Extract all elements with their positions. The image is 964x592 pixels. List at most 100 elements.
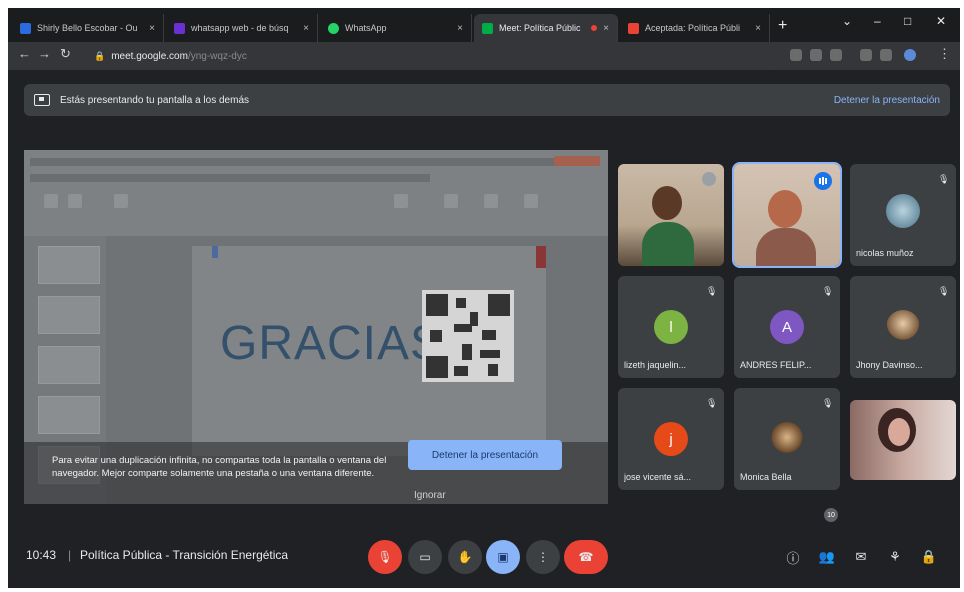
- participant-face: [768, 190, 802, 228]
- ribbon-row: [30, 158, 600, 166]
- gmail-icon: [628, 22, 639, 34]
- participant-name: ANDRES FELIP...: [740, 360, 812, 370]
- participant-shirt: [756, 228, 816, 266]
- ribbon-icon: [394, 194, 408, 208]
- forward-icon[interactable]: →: [38, 46, 51, 61]
- close-icon[interactable]: ×: [755, 23, 761, 34]
- avatar: l: [654, 310, 688, 344]
- presentation-ribbon: [24, 150, 608, 236]
- close-icon[interactable]: ×: [603, 23, 609, 34]
- outlook-icon: [20, 22, 31, 34]
- participant-tile[interactable]: 🎙 nicolas muñoz: [850, 164, 956, 266]
- participant-tile[interactable]: [732, 162, 842, 268]
- close-icon[interactable]: ×: [457, 23, 463, 34]
- host-controls-icon[interactable]: 🔒: [920, 548, 938, 566]
- tab-label: Aceptada: Política Públi: [645, 23, 741, 33]
- bookmark-star-icon[interactable]: [830, 49, 842, 61]
- participant-tile[interactable]: 🎙 Jhony Davinso...: [850, 276, 956, 378]
- leave-call-button[interactable]: ☎: [564, 540, 608, 574]
- lock-icon: 🔒: [94, 50, 106, 61]
- tab-outlook[interactable]: Shirly Bello Escobar - Ou ×: [12, 14, 164, 42]
- more-options-button[interactable]: ⋮: [526, 540, 560, 574]
- present-button[interactable]: ▣: [486, 540, 520, 574]
- participant-tile[interactable]: A 🎙 ANDRES FELIP...: [734, 276, 840, 378]
- mic-muted-icon: 🎙: [938, 174, 950, 184]
- participant-tile[interactable]: 🎙 Monica Bella: [734, 388, 840, 490]
- recording-dot-icon: [591, 25, 598, 31]
- mic-toggle-button[interactable]: 🎙: [368, 540, 402, 574]
- mic-muted-icon: 🎙: [706, 398, 718, 408]
- speaking-indicator-icon: [814, 172, 832, 190]
- tab-gmail[interactable]: Aceptada: Política Públi ×: [620, 14, 770, 42]
- new-tab-button[interactable]: +: [778, 17, 787, 35]
- meeting-title: Política Pública - Transición Energética: [80, 548, 289, 562]
- tab-label: whatsapp web - de búsq: [191, 23, 289, 33]
- address-bar: ← → ↻ 🔒 meet.google.com /yng-wqz-dyc ⋮: [8, 42, 960, 70]
- qr-code: [422, 290, 514, 382]
- reload-icon[interactable]: ↻: [60, 46, 71, 62]
- camera-toggle-button[interactable]: ▭: [408, 540, 442, 574]
- extension-icon[interactable]: [810, 49, 822, 61]
- whatsapp-icon: [328, 22, 339, 34]
- mic-muted-icon: 🎙: [822, 398, 834, 408]
- participant-tile[interactable]: l 🎙 lizeth jaquelin...: [618, 276, 724, 378]
- ribbon-icon: [484, 194, 498, 208]
- raise-hand-button[interactable]: ✋: [448, 540, 482, 574]
- chat-icon[interactable]: ✉: [852, 548, 870, 566]
- tab-whatsapp[interactable]: WhatsApp ×: [320, 14, 472, 42]
- url-field[interactable]: 🔒 meet.google.com /yng-wqz-dyc: [86, 46, 776, 66]
- participant-face: [888, 418, 910, 446]
- mic-off-icon: 🎙: [377, 550, 393, 564]
- activities-icon[interactable]: ⚘: [886, 548, 904, 566]
- stop-presenting-link[interactable]: Detener la presentación: [834, 95, 940, 106]
- participant-tile[interactable]: [850, 400, 956, 480]
- avatar: j: [654, 422, 688, 456]
- meeting-controls-bar: 10:43 | Política Pública - Transición En…: [8, 524, 960, 588]
- stop-presenting-button[interactable]: Detener la presentación: [408, 440, 562, 470]
- puzzle-icon[interactable]: [860, 49, 872, 61]
- more-vert-icon: ⋮: [537, 550, 549, 564]
- people-icon[interactable]: 👥: [818, 548, 836, 566]
- present-screen-icon: [34, 94, 50, 106]
- tab-label: Shirly Bello Escobar - Ou: [37, 23, 138, 33]
- participant-name: jose vicente sá...: [624, 472, 692, 482]
- phone-hangup-icon: ☎: [578, 550, 594, 564]
- back-icon[interactable]: ←: [18, 46, 31, 61]
- slide-thumbnail: [38, 246, 100, 284]
- avatar: [886, 194, 920, 228]
- cast-icon[interactable]: [790, 49, 802, 61]
- participant-name: lizeth jaquelin...: [624, 360, 687, 370]
- ribbon-icon: [524, 194, 538, 208]
- participant-tile[interactable]: j 🎙 jose vicente sá...: [618, 388, 724, 490]
- info-icon[interactable]: ⓘ: [784, 548, 802, 566]
- yahoo-icon: [174, 22, 185, 34]
- tab-label: Meet: Política Públic: [499, 23, 581, 33]
- maximize-icon[interactable]: □: [904, 14, 911, 28]
- ribbon-icon: [44, 194, 58, 208]
- participant-tile[interactable]: [618, 164, 724, 266]
- duplication-warning-text: Para evitar una duplicación infinita, no…: [52, 455, 387, 479]
- close-window-icon[interactable]: ✕: [936, 14, 946, 28]
- minimize-icon[interactable]: –: [874, 14, 881, 28]
- tab-bar: Shirly Bello Escobar - Ou × whatsapp web…: [8, 8, 960, 42]
- meeting-time: 10:43: [26, 548, 57, 562]
- tab-label: WhatsApp: [345, 23, 387, 33]
- separator: |: [68, 548, 72, 562]
- slide-decoration: [536, 246, 546, 268]
- present-screen-icon: ▣: [497, 550, 509, 564]
- tab-meet[interactable]: Meet: Política Públic ×: [474, 14, 618, 42]
- tab-search-icon[interactable]: ⌄: [842, 14, 852, 28]
- profile-avatar[interactable]: [904, 49, 916, 61]
- avatar: A: [770, 310, 804, 344]
- ribbon-icon: [114, 194, 128, 208]
- reading-list-icon[interactable]: [880, 49, 892, 61]
- browser-window: Shirly Bello Escobar - Ou × whatsapp web…: [8, 8, 960, 588]
- menu-dots-icon[interactable]: ⋮: [938, 46, 951, 62]
- close-icon[interactable]: ×: [303, 23, 309, 34]
- close-icon[interactable]: ×: [149, 23, 155, 34]
- ribbon-icon: [68, 194, 82, 208]
- ignore-button[interactable]: Ignorar: [414, 490, 446, 501]
- hand-icon: ✋: [457, 550, 473, 564]
- tab-yahoo-search[interactable]: whatsapp web - de búsq ×: [166, 14, 318, 42]
- camera-icon: ▭: [419, 550, 431, 564]
